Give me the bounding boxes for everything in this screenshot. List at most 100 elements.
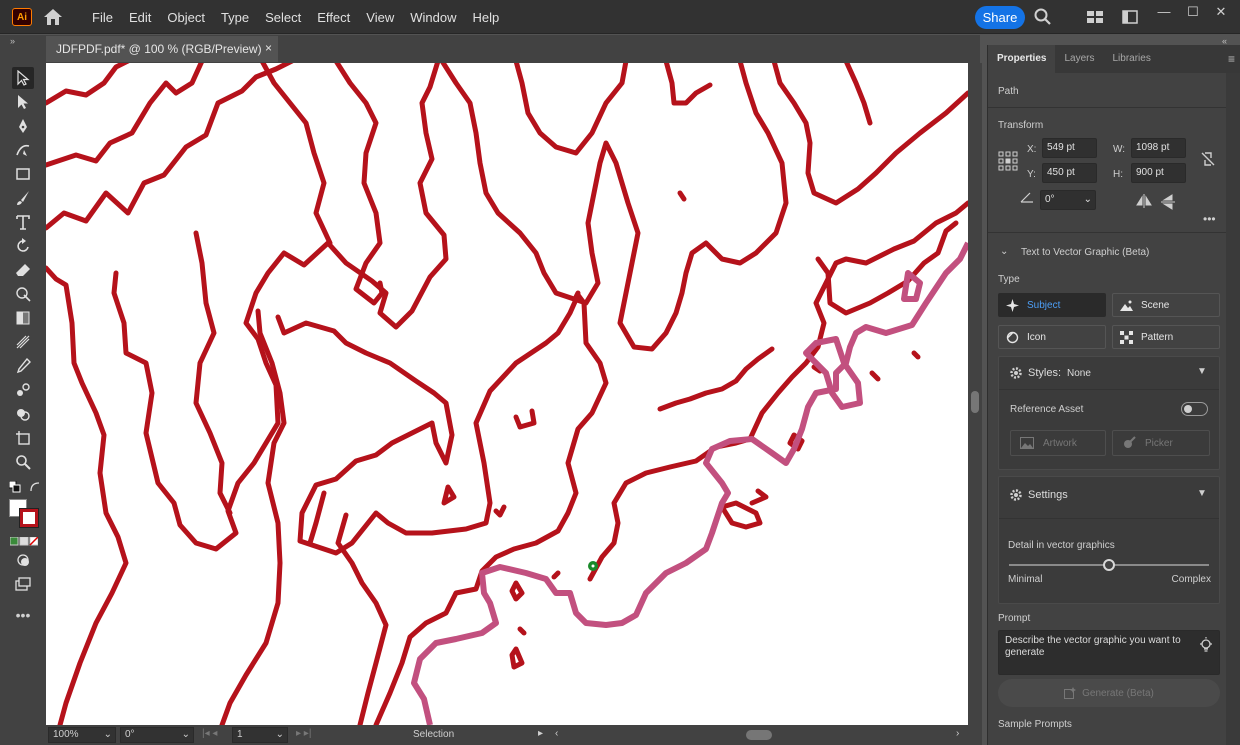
- home-icon[interactable]: [43, 7, 63, 27]
- menu-file[interactable]: File: [84, 10, 121, 25]
- prompt-input[interactable]: Describe the vector graphic you want to …: [998, 630, 1220, 675]
- vertical-scrollbar[interactable]: [968, 63, 982, 725]
- rectangle-tool-icon[interactable]: [12, 163, 34, 185]
- menu-window[interactable]: Window: [402, 10, 464, 25]
- x-field[interactable]: 549 pt: [1042, 138, 1097, 158]
- menu-type[interactable]: Type: [213, 10, 257, 25]
- reference-asset-toggle[interactable]: [1181, 402, 1208, 416]
- panel-scrollbar[interactable]: [1226, 73, 1240, 745]
- tab-properties[interactable]: Properties: [988, 45, 1056, 73]
- draw-mode-icon[interactable]: [12, 549, 34, 571]
- menu-effect[interactable]: Effect: [309, 10, 358, 25]
- workspace-icon[interactable]: [1121, 8, 1139, 26]
- contour-line: [771, 63, 968, 206]
- screen-mode-icon[interactable]: [12, 573, 34, 595]
- scroll-left-icon[interactable]: ‹: [555, 728, 558, 739]
- vertical-scroll-thumb[interactable]: [971, 391, 979, 413]
- lightbulb-icon[interactable]: [1199, 637, 1213, 653]
- collapse-section-icon[interactable]: ⌄: [1000, 246, 1008, 257]
- puppet-warp-tool-icon[interactable]: [12, 283, 34, 305]
- scroll-right-icon[interactable]: ›: [956, 728, 959, 739]
- eraser-tool-icon[interactable]: [12, 259, 34, 281]
- paintbrush-tool-icon[interactable]: [12, 187, 34, 209]
- arrange-documents-icon[interactable]: [1086, 8, 1104, 26]
- status-menu-icon[interactable]: ▸: [538, 728, 543, 739]
- styles-dropdown-icon[interactable]: ▼: [1197, 366, 1207, 377]
- contour-line: [551, 570, 561, 580]
- artboard-first-prev-icons[interactable]: |◂ ◂: [202, 728, 217, 739]
- gradient-tool-icon[interactable]: [12, 307, 34, 329]
- pen-tool-icon[interactable]: [12, 115, 34, 137]
- zoom-tool-icon[interactable]: [12, 451, 34, 473]
- share-button[interactable]: Share: [975, 6, 1025, 29]
- angle-dropdown-icon[interactable]: ⌄: [1084, 191, 1092, 209]
- close-document-icon[interactable]: ×: [265, 41, 272, 55]
- rotate-tool-icon[interactable]: [12, 235, 34, 257]
- y-field[interactable]: 450 pt: [1042, 163, 1097, 183]
- menu-view[interactable]: View: [358, 10, 402, 25]
- menu-edit[interactable]: Edit: [121, 10, 159, 25]
- subject-icon: [1006, 299, 1019, 312]
- transform-heading: Transform: [998, 120, 1044, 131]
- zoom-dropdown-icon[interactable]: ⌄: [104, 728, 112, 742]
- horizontal-scroll-thumb[interactable]: [746, 730, 772, 740]
- close-window-button[interactable]: ✕: [1210, 4, 1232, 20]
- detail-slider-thumb[interactable]: [1103, 559, 1115, 571]
- menu-help[interactable]: Help: [464, 10, 507, 25]
- maximize-button[interactable]: ☐: [1182, 4, 1204, 20]
- rotation-field[interactable]: 0° ⌄: [120, 727, 194, 743]
- type-subject-button[interactable]: Subject: [998, 293, 1106, 317]
- type-scene-button[interactable]: Scene: [1112, 293, 1220, 317]
- panel-menu-icon[interactable]: ≡: [1228, 52, 1235, 66]
- color-mode-icons[interactable]: [9, 535, 39, 546]
- blend-tool-icon[interactable]: [12, 379, 34, 401]
- detail-slider-track[interactable]: [1009, 559, 1209, 571]
- default-colors-icon[interactable]: [8, 480, 21, 493]
- search-icon[interactable]: [1034, 8, 1052, 26]
- eyedropper-tool-icon[interactable]: [12, 355, 34, 377]
- contour-line: [869, 370, 881, 382]
- direct-selection-tool-icon[interactable]: [12, 91, 34, 113]
- selection-tool-icon[interactable]: [12, 67, 34, 89]
- tab-layers[interactable]: Layers: [1055, 45, 1103, 73]
- artboard-dropdown-icon[interactable]: ⌄: [276, 728, 284, 742]
- stroke-color-swatch[interactable]: [19, 508, 39, 528]
- minimize-button[interactable]: —: [1153, 4, 1175, 20]
- generate-button[interactable]: Generate (Beta): [998, 679, 1220, 707]
- collapse-toolbar-icon[interactable]: »: [10, 36, 15, 46]
- width-field[interactable]: 1098 pt: [1131, 138, 1186, 158]
- flip-vertical-icon[interactable]: [1161, 194, 1175, 210]
- swap-colors-icon[interactable]: [29, 481, 41, 493]
- shape-builder-tool-icon[interactable]: [12, 403, 34, 425]
- artwork-button[interactable]: Artwork: [1010, 430, 1106, 456]
- selected-coastline-path: [901, 270, 923, 302]
- rotation-angle-field[interactable]: 0° ⌄: [1040, 190, 1096, 210]
- height-field[interactable]: 900 pt: [1131, 163, 1186, 183]
- type-icon-button[interactable]: Icon: [998, 325, 1106, 349]
- edit-toolbar-icon[interactable]: •••: [12, 604, 34, 626]
- constrain-proportions-icon[interactable]: [1200, 151, 1216, 167]
- flip-horizontal-icon[interactable]: [1136, 194, 1152, 208]
- more-options-icon[interactable]: •••: [1203, 212, 1216, 226]
- artboard-canvas[interactable]: [46, 63, 968, 725]
- settings-dropdown-icon[interactable]: ▼: [1197, 488, 1207, 499]
- tab-libraries[interactable]: Libraries: [1103, 45, 1159, 73]
- curvature-tool-icon[interactable]: [12, 139, 34, 161]
- artboard-number-field[interactable]: 1 ⌄: [232, 727, 288, 743]
- divider: [999, 518, 1219, 519]
- reference-point-icon[interactable]: [998, 151, 1018, 171]
- mesh-tool-icon[interactable]: [12, 331, 34, 353]
- menu-object[interactable]: Object: [159, 10, 213, 25]
- artboard-tool-icon[interactable]: [12, 427, 34, 449]
- document-tab[interactable]: JDFPDF.pdf* @ 100 % (RGB/Preview) ×: [46, 36, 278, 62]
- contour-artwork[interactable]: [46, 63, 968, 725]
- picker-button[interactable]: Picker: [1112, 430, 1210, 456]
- rotation-angle-value: 0°: [1045, 194, 1055, 205]
- rotation-dropdown-icon[interactable]: ⌄: [182, 728, 190, 742]
- menu-select[interactable]: Select: [257, 10, 309, 25]
- artboard-next-last-icons[interactable]: ▸ ▸|: [296, 728, 311, 739]
- type-pattern-button[interactable]: Pattern: [1112, 325, 1220, 349]
- contour-line: [657, 346, 775, 412]
- type-tool-icon[interactable]: [12, 211, 34, 233]
- zoom-field[interactable]: 100% ⌄: [48, 727, 116, 743]
